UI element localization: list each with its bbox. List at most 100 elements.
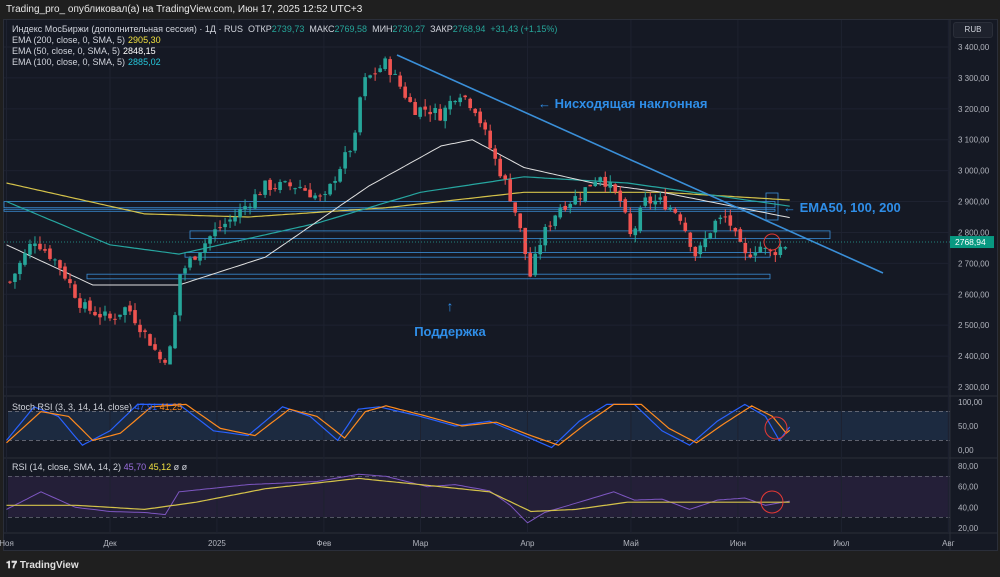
candle-body <box>238 209 242 218</box>
candle-body <box>213 229 217 237</box>
candle-body <box>603 176 608 187</box>
rsi-label: RSI (14, close, SMA, 14, 2) <box>12 462 122 472</box>
candle-body <box>243 206 247 210</box>
ema50-value: 2848,15 <box>123 46 156 56</box>
candle-body <box>58 260 62 269</box>
rsi-sma-value: 45,12 <box>148 462 172 472</box>
candle-body <box>358 97 362 133</box>
candle-body <box>183 268 187 274</box>
stoch-k-value: 47,91 <box>134 402 158 412</box>
price-chart[interactable]: 3 400,00 3 300,00 3 200,00 3 100,00 3 000,00… <box>0 0 1000 577</box>
support-arrow: ↑ <box>447 298 454 314</box>
candle-body <box>683 222 688 232</box>
price-tick-label: 3 200,00 <box>958 105 990 114</box>
open-value: 2739,73 <box>271 24 305 34</box>
candle-body <box>248 206 252 208</box>
candle-body <box>273 188 277 190</box>
support-resistance-zone <box>184 252 771 258</box>
candle-body <box>298 186 302 188</box>
candle-body <box>678 214 683 221</box>
candle-body <box>548 225 553 227</box>
candle-body <box>513 202 518 213</box>
candle-body <box>488 130 492 149</box>
candle-body <box>583 187 588 202</box>
support-resistance-zone <box>86 273 771 280</box>
high-value: 2769,58 <box>334 24 368 34</box>
rsi-value: 45,70 <box>123 462 147 472</box>
candle-body <box>363 77 367 97</box>
candle-body <box>618 190 623 202</box>
candle-body <box>728 215 733 226</box>
candle-body <box>448 100 452 110</box>
stoch-legend[interactable]: Stoch RSI (3, 3, 14, 14, close) 47,91 41… <box>12 402 182 412</box>
low-value: 2730,27 <box>392 24 426 34</box>
candle-body <box>328 183 332 195</box>
candle-body <box>693 246 698 257</box>
candle-body <box>333 180 337 183</box>
price-tick-label: 2 900,00 <box>958 198 990 207</box>
price-tick-label: 3 000,00 <box>958 167 990 176</box>
candle-body <box>293 188 297 190</box>
price-tick-label: 3 300,00 <box>958 74 990 83</box>
candle-body <box>258 194 262 196</box>
candle-body <box>533 253 538 276</box>
rsi-extra: ø ø <box>173 462 188 472</box>
candle-body <box>463 95 467 98</box>
candle-body <box>778 246 783 256</box>
ema200-legend[interactable]: EMA (200, close, 0, SMA, 5) 2905,30 <box>12 35 557 46</box>
close-value: 2768,94 <box>452 24 486 34</box>
candle-body <box>118 314 122 317</box>
support-annotation: Поддержка <box>414 324 486 339</box>
candle-body <box>168 346 172 365</box>
candle-body <box>378 68 382 73</box>
candle-body <box>713 220 718 233</box>
candle-body <box>498 158 502 177</box>
candle-body <box>218 227 222 229</box>
price-tick-label: 3 400,00 <box>958 43 990 52</box>
candle-body <box>313 195 317 199</box>
candle-body <box>158 351 162 360</box>
price-tick-label: 3 100,00 <box>958 136 990 145</box>
rsi-tick-label: 80,00 <box>958 462 979 471</box>
time-tick-label: Ноя <box>0 539 14 548</box>
trendline-annotation: ← Нисходящая наклонная <box>538 96 707 111</box>
candle-body <box>593 181 598 187</box>
candle-body <box>283 181 287 183</box>
candle-body <box>528 253 533 277</box>
ema200-line <box>6 182 790 218</box>
last-price-label: 2768,94 <box>955 237 986 247</box>
candle-body <box>438 108 442 121</box>
rsi-legend[interactable]: RSI (14, close, SMA, 14, 2) 45,70 45,12 … <box>12 462 187 472</box>
change-value: +31,43 (+1,15%) <box>490 24 558 34</box>
candle-body <box>753 252 758 256</box>
ema100-label: EMA (100, close, 0, SMA, 5) <box>12 57 126 67</box>
candle-body <box>673 209 678 213</box>
rsi-tick-label: 20,00 <box>958 524 979 533</box>
candle-body <box>478 111 482 124</box>
candle-body <box>668 207 673 210</box>
ema100-legend[interactable]: EMA (100, close, 0, SMA, 5) 2885,02 <box>12 57 557 68</box>
candle-body <box>563 205 568 210</box>
candle-body <box>338 169 342 182</box>
symbol-name[interactable]: Индекс МосБиржи (дополнительная сессия) … <box>12 24 243 34</box>
tradingview-logo[interactable]: 𝟏𝟕 TradingView <box>6 560 79 571</box>
ema100-value: 2885,02 <box>128 57 161 67</box>
time-tick-label: Июл <box>833 539 850 548</box>
candle-body <box>403 86 407 98</box>
candle-body <box>653 200 658 205</box>
candle-body <box>108 313 112 319</box>
candle-body <box>648 196 653 204</box>
ema-cluster-box <box>765 192 779 221</box>
stoch-tick-label: 50,00 <box>958 422 979 431</box>
candle-body <box>178 274 182 316</box>
candle-body <box>143 330 147 332</box>
candle-body <box>608 182 613 188</box>
candle-body <box>8 281 12 283</box>
candle-body <box>188 258 192 268</box>
candle-body <box>458 97 462 103</box>
candle-body <box>558 208 563 218</box>
ema50-legend[interactable]: EMA (50, close, 0, SMA, 5) 2848,15 <box>12 46 557 57</box>
candle-body <box>353 132 357 151</box>
candle-body <box>228 219 232 222</box>
time-tick-label: Апр <box>520 539 535 548</box>
